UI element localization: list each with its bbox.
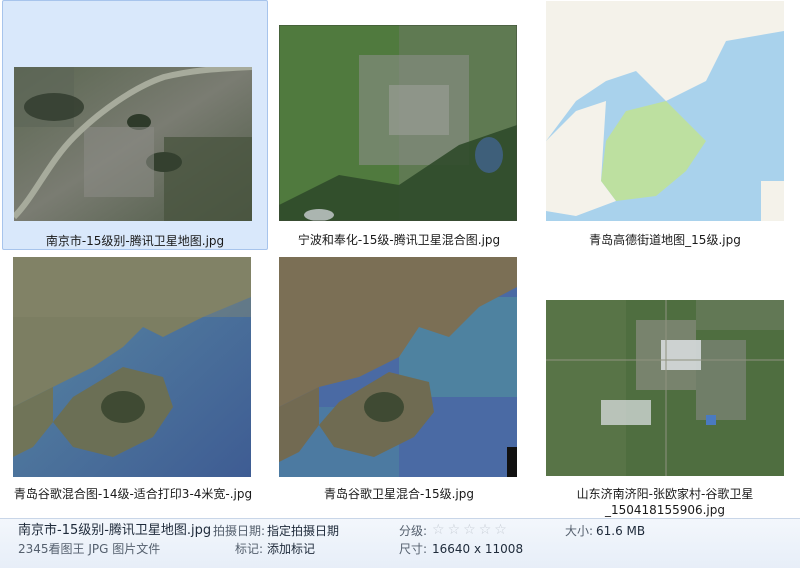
details-pane: 南京市-15级别-腾讯卫星地图.jpg 2345看图王 JPG 图片文件 拍摄日… bbox=[0, 518, 800, 568]
file-tile-jinan-jiyang[interactable]: 山东济南济阳-张欧家村-谷歌卫星 _150418155906.jpg bbox=[532, 250, 798, 517]
selected-file-name: 南京市-15级别-腾讯卫星地图.jpg bbox=[18, 523, 212, 538]
file-tile-qingdao-google-14[interactable]: 青岛谷歌混合图-14级-适合打印3-4米宽-.jpg bbox=[0, 250, 266, 501]
dims-label: 尺寸: bbox=[399, 542, 428, 556]
thumbnail-image bbox=[546, 300, 784, 476]
rating-label: 分级: bbox=[399, 524, 428, 538]
file-name: 青岛谷歌卫星混合-15级.jpg bbox=[324, 487, 474, 501]
file-name-line-2: _150418155906.jpg bbox=[605, 503, 725, 517]
rating-stars[interactable]: ☆ ☆ ☆ ☆ ☆ bbox=[432, 523, 507, 537]
thumbnail-image bbox=[279, 257, 517, 477]
thumbnail-image bbox=[279, 25, 517, 221]
thumbnail-grid: 南京市-15级别-腾讯卫星地图.jpg 宁波和奉化-15级-腾讯卫星混合图.jp… bbox=[0, 0, 800, 518]
size-label: 大小: bbox=[565, 524, 594, 538]
file-tile-nanjing[interactable]: 南京市-15级别-腾讯卫星地图.jpg bbox=[2, 0, 268, 250]
star-icon[interactable]: ☆ bbox=[479, 523, 492, 537]
file-name: 宁波和奉化-15级-腾讯卫星混合图.jpg bbox=[297, 233, 501, 247]
date-value[interactable]: 指定拍摄日期 bbox=[267, 523, 339, 539]
file-name: 山东济南济阳-张欧家村-谷歌卫星 _150418155906.jpg bbox=[532, 486, 798, 518]
tag-value[interactable]: 添加标记 bbox=[267, 541, 315, 557]
thumbnail-image bbox=[13, 257, 251, 477]
thumbnail-image bbox=[14, 67, 252, 221]
file-name: 青岛谷歌混合图-14级-适合打印3-4米宽-.jpg bbox=[13, 487, 253, 501]
tag-label: 标记: bbox=[235, 542, 264, 556]
star-icon[interactable]: ☆ bbox=[432, 523, 445, 537]
file-name: 青岛高德街道地图_15级.jpg bbox=[589, 233, 741, 247]
file-name: 南京市-15级别-腾讯卫星地图.jpg bbox=[45, 234, 225, 248]
star-icon[interactable]: ☆ bbox=[494, 523, 507, 537]
star-icon[interactable]: ☆ bbox=[448, 523, 461, 537]
size-value: 61.6 MB bbox=[596, 524, 646, 538]
file-tile-qingdao-google-15[interactable]: 青岛谷歌卫星混合-15级.jpg bbox=[266, 250, 532, 501]
dims-value: 16640 x 11008 bbox=[432, 542, 524, 556]
date-label: 拍摄日期: bbox=[213, 524, 266, 538]
star-icon[interactable]: ☆ bbox=[463, 523, 476, 537]
selected-file-type: 2345看图王 JPG 图片文件 bbox=[18, 542, 161, 556]
file-tile-ningbo[interactable]: 宁波和奉化-15级-腾讯卫星混合图.jpg bbox=[266, 0, 532, 250]
thumbnail-image bbox=[546, 1, 784, 221]
file-name-line-1: 山东济南济阳-张欧家村-谷歌卫星 bbox=[576, 487, 754, 501]
file-tile-qingdao-gaode[interactable]: 青岛高德街道地图_15级.jpg bbox=[532, 0, 798, 250]
